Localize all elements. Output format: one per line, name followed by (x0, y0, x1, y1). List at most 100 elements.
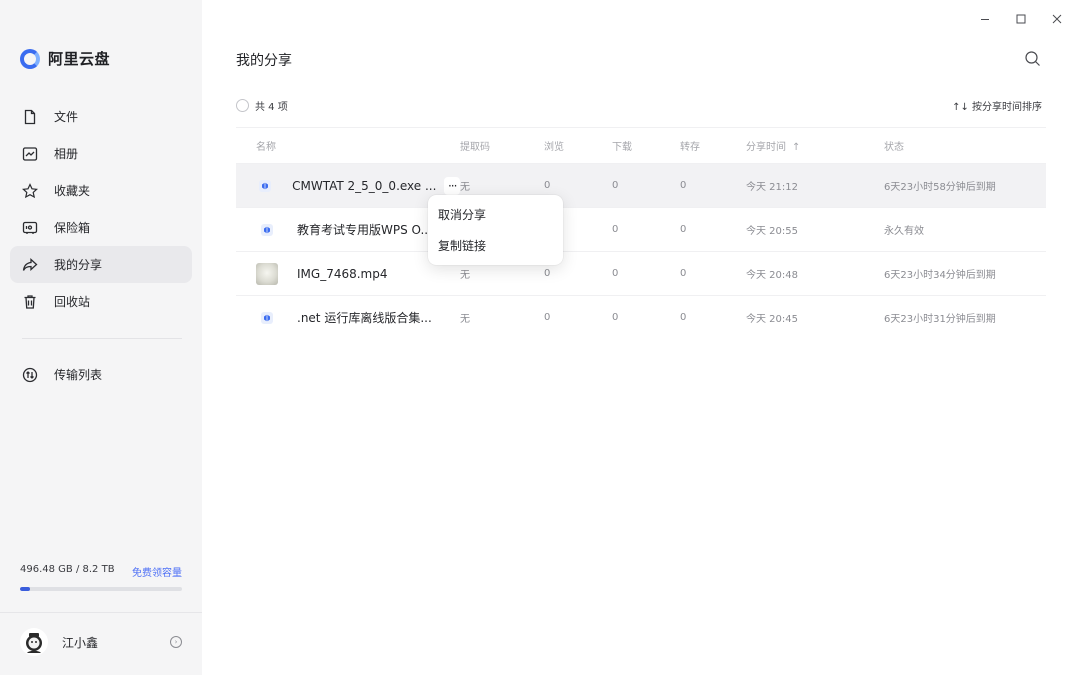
video-thumbnail (256, 262, 278, 285)
sidebar-item-label: 我的分享 (54, 258, 103, 272)
trash-icon (22, 294, 38, 310)
column-time[interactable]: 分享时间 ↑ (746, 138, 884, 153)
column-time-label: 分享时间 (746, 142, 786, 153)
row-views: 0 (544, 268, 551, 279)
row-name-cell: .net 运行库离线版合集... (236, 307, 460, 329)
maximize-icon[interactable] (1014, 12, 1028, 26)
column-downloads: 下载 (612, 142, 632, 153)
brand[interactable]: 阿里云盘 (20, 48, 110, 69)
select-all-checkbox[interactable] (236, 99, 249, 112)
row-saves: 0 (680, 180, 687, 191)
sidebar-item-my-shares[interactable]: 我的分享 (10, 246, 192, 283)
copy-link-menu-item[interactable]: 复制链接 (428, 230, 563, 261)
table-row[interactable]: CMWTAT 2_5_0_0.exe ... ··· 无 0 0 0 今天 21… (236, 163, 1046, 207)
star-icon (22, 182, 38, 199)
share-table: 名称 提取码 浏览 下载 转存 分享时间 ↑ 状态 CMWTAT 2_5_0_0.… (236, 127, 1046, 339)
row-status: 6天23小时31分钟后到期 (884, 314, 996, 325)
sidebar-item-transfer-list[interactable]: 传输列表 (10, 356, 192, 393)
user-profile[interactable]: 江小鑫 › (20, 628, 182, 656)
row-time: 今天 20:55 (746, 226, 798, 237)
row-time: 今天 20:48 (746, 270, 798, 281)
sidebar-item-label: 保险箱 (54, 221, 91, 235)
page-title: 我的分享 (236, 53, 292, 69)
row-time: 今天 21:12 (746, 182, 798, 193)
share-icon (22, 257, 38, 273)
file-name: IMG_7468.mp4 (297, 266, 388, 281)
sidebar-item-label: 传输列表 (54, 368, 103, 382)
row-status: 6天23小时34分钟后到期 (884, 270, 996, 281)
sidebar-item-label: 文件 (54, 110, 79, 124)
chevron-right-icon[interactable]: › (170, 636, 182, 648)
column-views: 浏览 (544, 142, 564, 153)
row-code: 无 (460, 314, 470, 325)
row-downloads: 0 (612, 180, 619, 191)
row-saves: 0 (680, 312, 687, 323)
row-code: 无 (460, 182, 470, 193)
user-name: 江小鑫 (62, 635, 99, 650)
sidebar-divider (22, 338, 182, 339)
brand-name: 阿里云盘 (48, 50, 111, 68)
exe-file-icon (256, 219, 278, 241)
safe-icon (22, 220, 38, 236)
storage-text: 496.48 GB / 8.2 TB (20, 564, 115, 575)
sort-button[interactable]: ↑↓ 按分享时间排序 (952, 98, 1042, 113)
file-name: 教育考试专用版WPS O... (297, 223, 432, 237)
more-options-button[interactable]: ··· (444, 176, 460, 195)
row-downloads: 0 (612, 224, 619, 235)
column-saves: 转存 (680, 142, 700, 153)
sort-up-icon: ↑ (792, 142, 801, 153)
select-all-row: 共 4 项 (236, 98, 288, 113)
storage-usage: 496.48 GB / 8.2 TB 免费领容量 (20, 564, 182, 591)
close-icon[interactable] (1050, 12, 1064, 26)
sidebar-bottom-divider (0, 612, 202, 613)
row-downloads: 0 (612, 268, 619, 279)
cancel-share-menu-item[interactable]: 取消分享 (428, 199, 563, 230)
table-row[interactable]: 教育考试专用版WPS O... 无 0 0 0 今天 20:55 永久有效 (236, 207, 1046, 251)
sidebar-item-safe[interactable]: 保险箱 (10, 209, 192, 246)
row-name-cell: CMWTAT 2_5_0_0.exe ... ··· (236, 175, 460, 197)
minimize-icon[interactable] (978, 12, 992, 26)
table-row[interactable]: IMG_7468.mp4 无 0 0 0 今天 20:48 6天23小时34分钟… (236, 251, 1046, 295)
window-controls (978, 12, 1064, 26)
sidebar-item-label: 回收站 (54, 295, 91, 309)
exe-file-icon (256, 307, 278, 329)
row-code: 无 (460, 270, 470, 281)
row-views: 0 (544, 180, 551, 191)
row-downloads: 0 (612, 312, 619, 323)
row-name-cell: 教育考试专用版WPS O... (236, 219, 460, 241)
photo-icon (22, 146, 38, 162)
file-name: .net 运行库离线版合集... (297, 311, 432, 325)
sidebar-nav: 文件 相册 收藏夹 保险箱 我的分享 回收站 (10, 98, 192, 320)
row-saves: 0 (680, 224, 687, 235)
column-name[interactable]: 名称 (236, 138, 460, 153)
row-saves: 0 (680, 268, 687, 279)
row-time: 今天 20:45 (746, 314, 798, 325)
sidebar-item-trash[interactable]: 回收站 (10, 283, 192, 320)
sidebar-item-favorites[interactable]: 收藏夹 (10, 172, 192, 209)
context-menu: 取消分享 复制链接 (428, 195, 563, 265)
sidebar-item-files[interactable]: 文件 (10, 98, 192, 135)
row-views: 0 (544, 312, 551, 323)
avatar (20, 628, 48, 656)
row-name-cell: IMG_7468.mp4 (236, 262, 460, 285)
sidebar-item-label: 收藏夹 (54, 184, 91, 198)
free-capacity-link[interactable]: 免费领容量 (132, 564, 182, 579)
sidebar-item-label: 相册 (54, 147, 79, 161)
storage-progress-fill (20, 587, 30, 591)
column-code: 提取码 (460, 142, 490, 153)
exe-file-icon (256, 175, 273, 197)
storage-progress-bar (20, 587, 182, 591)
sidebar: 阿里云盘 文件 相册 收藏夹 保险箱 我的分享 回收站 传输列表 496.48 … (0, 0, 202, 675)
file-icon (22, 109, 38, 125)
sidebar-transfer: 传输列表 (10, 356, 192, 393)
item-count: 共 4 项 (255, 102, 288, 113)
search-icon[interactable] (1024, 50, 1042, 68)
transfer-icon (22, 367, 38, 383)
row-status: 永久有效 (884, 226, 924, 237)
table-row[interactable]: .net 运行库离线版合集... 无 0 0 0 今天 20:45 6天23小时… (236, 295, 1046, 339)
sidebar-item-photos[interactable]: 相册 (10, 135, 192, 172)
column-status: 状态 (884, 142, 904, 153)
row-status: 6天23小时58分钟后到期 (884, 182, 996, 193)
aliyun-logo-icon (20, 48, 40, 69)
file-name: CMWTAT 2_5_0_0.exe ... (292, 178, 437, 193)
